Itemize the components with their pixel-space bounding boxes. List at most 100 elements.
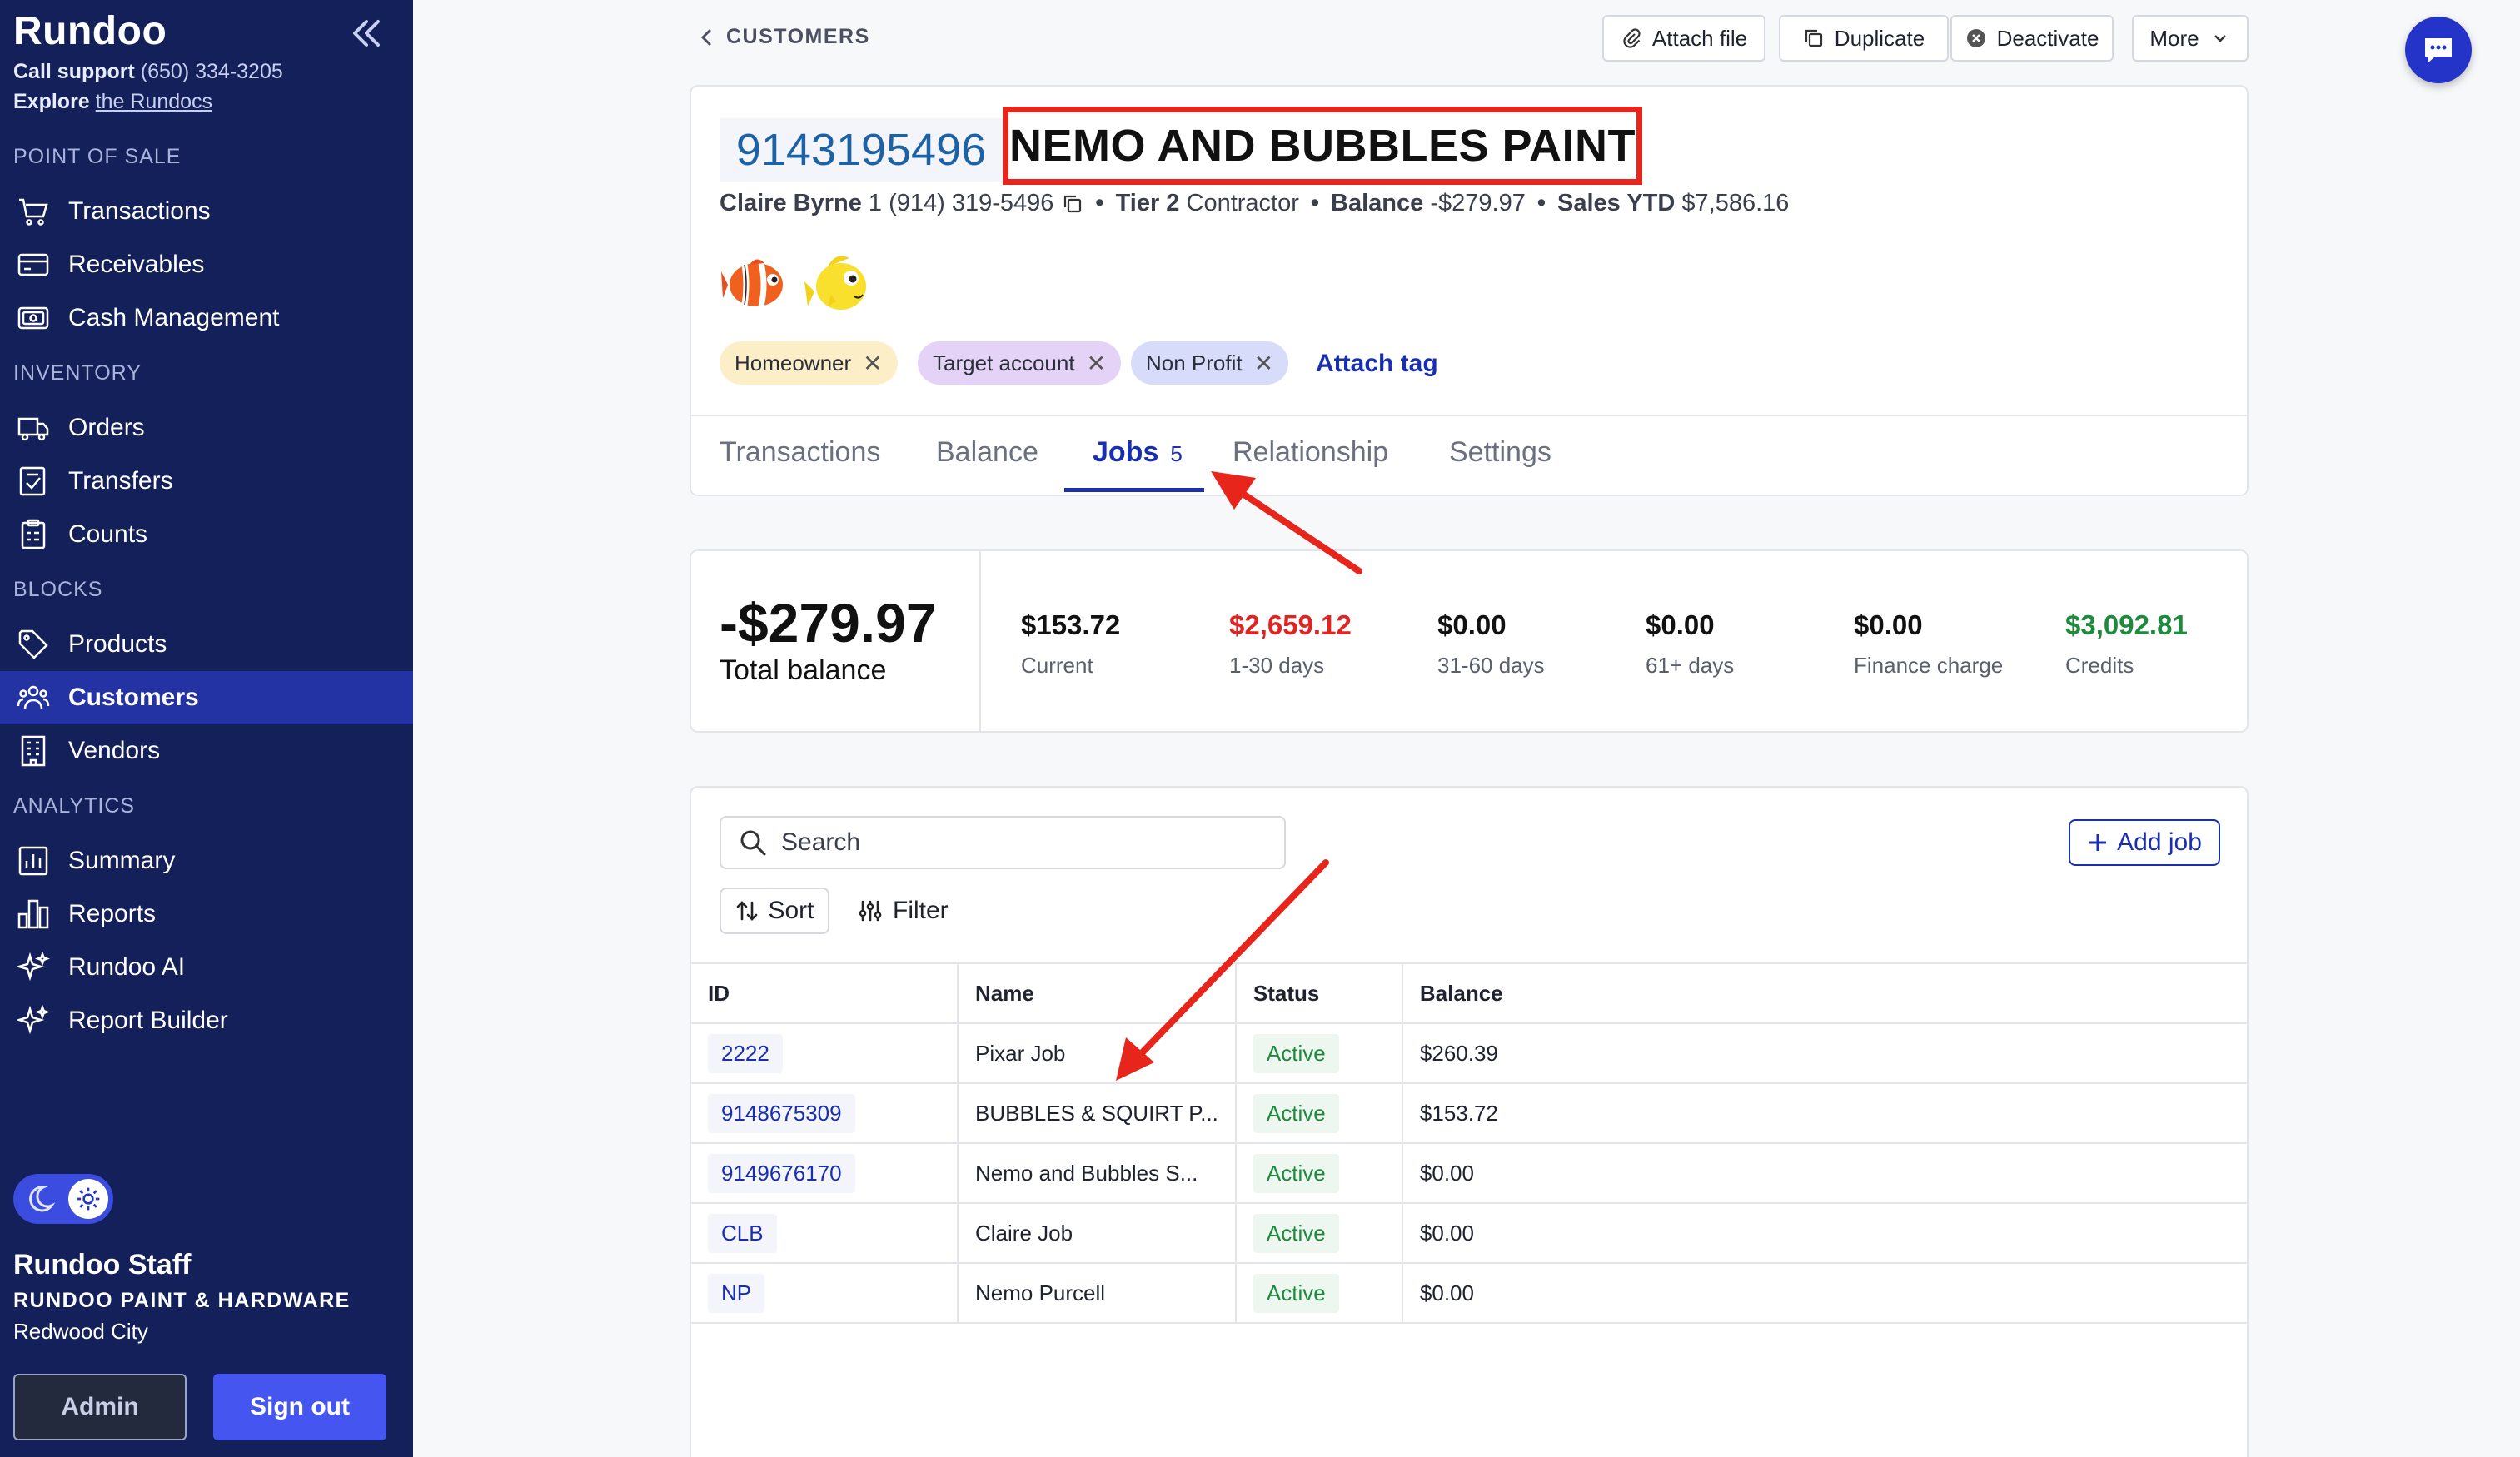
close-circle-icon: [1966, 29, 1985, 47]
sign-out-button[interactable]: Sign out: [213, 1374, 386, 1440]
attach-tag-link[interactable]: Attach tag: [1316, 350, 1438, 378]
sidebar-item-label: Cash Management: [68, 304, 280, 331]
status-badge: Active: [1253, 1033, 1339, 1073]
column-header-name[interactable]: Name: [957, 962, 1236, 1024]
cart-icon: [15, 193, 52, 230]
paperclip-icon: [1623, 28, 1641, 48]
job-id-link[interactable]: 9148675309: [708, 1093, 855, 1133]
job-id-link[interactable]: NP: [708, 1273, 765, 1313]
job-balance-cell: $0.00: [1401, 1142, 2247, 1204]
sidebar-item-label: Transfers: [68, 467, 173, 495]
table-row[interactable]: CLB Claire Job Active $0.00: [691, 1202, 2247, 1264]
active-tab-indicator: [1064, 488, 1204, 492]
balance-bucket-current: $153.72 Current: [1021, 609, 1120, 679]
sidebar-item-customers[interactable]: Customers: [0, 671, 413, 724]
sidebar-item-report-builder[interactable]: Report Builder: [0, 994, 413, 1047]
job-id-link[interactable]: 2222: [708, 1033, 783, 1073]
job-balance-cell: $0.00: [1401, 1202, 2247, 1264]
tag-target-account: Target account ✕: [918, 341, 1122, 385]
search-input[interactable]: Search: [720, 816, 1286, 869]
remove-tag-icon[interactable]: ✕: [1087, 350, 1106, 377]
customer-name: NEMO AND BUBBLES PAINT: [1003, 107, 1642, 185]
bucket-value: $3,092.81: [2065, 609, 2188, 640]
plus-icon: [2089, 834, 2107, 851]
table-row[interactable]: 2222 Pixar Job Active $260.39: [691, 1022, 2247, 1084]
contact-name: Claire Byrne: [720, 190, 862, 216]
table-row[interactable]: NP Nemo Purcell Active $0.00: [691, 1262, 2247, 1324]
sparkle-icon: [15, 949, 52, 986]
filter-button[interactable]: Filter: [858, 888, 949, 934]
status-badge: Active: [1253, 1273, 1339, 1313]
bucket-value: $2,659.12: [1229, 609, 1352, 640]
contact-phone: 1 (914) 319-5496: [868, 190, 1054, 216]
remove-tag-icon[interactable]: ✕: [1254, 350, 1273, 377]
tab-balance[interactable]: Balance: [936, 436, 1038, 469]
theme-toggle[interactable]: [13, 1174, 113, 1224]
sidebar-item-reports[interactable]: Reports: [0, 888, 413, 941]
sidebar-item-label: Summary: [68, 847, 176, 874]
sidebar-item-transactions[interactable]: Transactions: [0, 185, 413, 238]
sidebar-item-transfers[interactable]: Transfers: [0, 455, 413, 508]
job-id-link[interactable]: 9149676170: [708, 1153, 855, 1193]
tag-icon: [15, 626, 52, 663]
column-header-status[interactable]: Status: [1234, 962, 1402, 1024]
tab-transactions[interactable]: Transactions: [720, 436, 880, 469]
sidebar-item-rundoo-ai[interactable]: Rundoo AI: [0, 941, 413, 994]
bucket-label: Credits: [2065, 653, 2134, 678]
tab-settings[interactable]: Settings: [1449, 436, 1551, 469]
tab-jobs[interactable]: Jobs 5: [1093, 436, 1183, 469]
admin-button[interactable]: Admin: [13, 1374, 187, 1440]
remove-tag-icon[interactable]: ✕: [863, 350, 882, 377]
job-name-cell: Pixar Job: [957, 1022, 1236, 1084]
sidebar-item-label: Transactions: [68, 197, 211, 225]
column-header-id[interactable]: ID: [691, 962, 958, 1024]
job-id-link[interactable]: CLB: [708, 1213, 777, 1253]
copy-icon[interactable]: [1062, 193, 1083, 215]
sidebar-item-products[interactable]: Products: [0, 618, 413, 671]
attach-file-button[interactable]: Attach file: [1602, 15, 1765, 62]
sidebar-item-summary[interactable]: Summary: [0, 834, 413, 888]
column-header-balance[interactable]: Balance: [1401, 962, 2247, 1024]
tab-relationship[interactable]: Relationship: [1233, 436, 1388, 469]
sidebar-item-orders[interactable]: Orders: [0, 401, 413, 455]
section-analytics: ANALYTICS: [13, 794, 136, 818]
table-row[interactable]: 9149676170 Nemo and Bubbles S... Active …: [691, 1142, 2247, 1204]
job-id-cell: 2222: [691, 1022, 958, 1084]
filter-label: Filter: [893, 897, 949, 924]
tier-type: Contractor: [1186, 190, 1299, 216]
deactivate-button[interactable]: Deactivate: [1950, 15, 2114, 62]
chart-icon: [15, 843, 52, 879]
sort-button[interactable]: Sort: [720, 888, 829, 934]
duplicate-button[interactable]: Duplicate: [1779, 15, 1949, 62]
sidebar-item-receivables[interactable]: Receivables: [0, 238, 413, 291]
sidebar-item-label: Report Builder: [68, 1007, 228, 1034]
more-button[interactable]: More: [2132, 15, 2249, 62]
collapse-sidebar-icon[interactable]: [346, 13, 386, 53]
sales-ytd-label: Sales YTD: [1557, 190, 1676, 216]
job-status-cell: Active: [1234, 1142, 1402, 1204]
job-balance-cell: $0.00: [1401, 1262, 2247, 1324]
sidebar-item-label: Customers: [68, 684, 199, 711]
balance-value: -$279.97: [1430, 190, 1526, 216]
add-job-button[interactable]: Add job: [2069, 819, 2220, 866]
breadcrumb[interactable]: CUSTOMERS: [696, 25, 870, 49]
table-row[interactable]: 9148675309 BUBBLES & SQUIRT P... Active …: [691, 1082, 2247, 1144]
sidebar-item-label: Rundoo AI: [68, 953, 186, 981]
tabs-divider: [691, 415, 2247, 416]
rundocs-link[interactable]: the Rundocs: [96, 90, 212, 113]
attach-file-label: Attach file: [1651, 25, 1748, 51]
sidebar-item-vendors[interactable]: Vendors: [0, 724, 413, 778]
chat-support-button[interactable]: [2405, 17, 2472, 83]
users-icon: [15, 679, 52, 716]
job-status-cell: Active: [1234, 1262, 1402, 1324]
add-job-label: Add job: [2117, 828, 2202, 856]
sidebar-item-cash-management[interactable]: Cash Management: [0, 291, 413, 345]
bucket-value: $0.00: [1437, 609, 1507, 640]
customer-header-card: 9143195496 NEMO AND BUBBLES PAINT Claire…: [690, 85, 2249, 496]
truck-icon: [15, 410, 52, 446]
balance-bucket-1-30: $2,659.12 1-30 days: [1229, 609, 1352, 679]
sidebar-item-counts[interactable]: Counts: [0, 508, 413, 561]
job-name-cell: Nemo Purcell: [957, 1262, 1236, 1324]
support-phone[interactable]: (650) 334-3205: [141, 60, 283, 83]
support-label: Call support: [13, 60, 135, 83]
